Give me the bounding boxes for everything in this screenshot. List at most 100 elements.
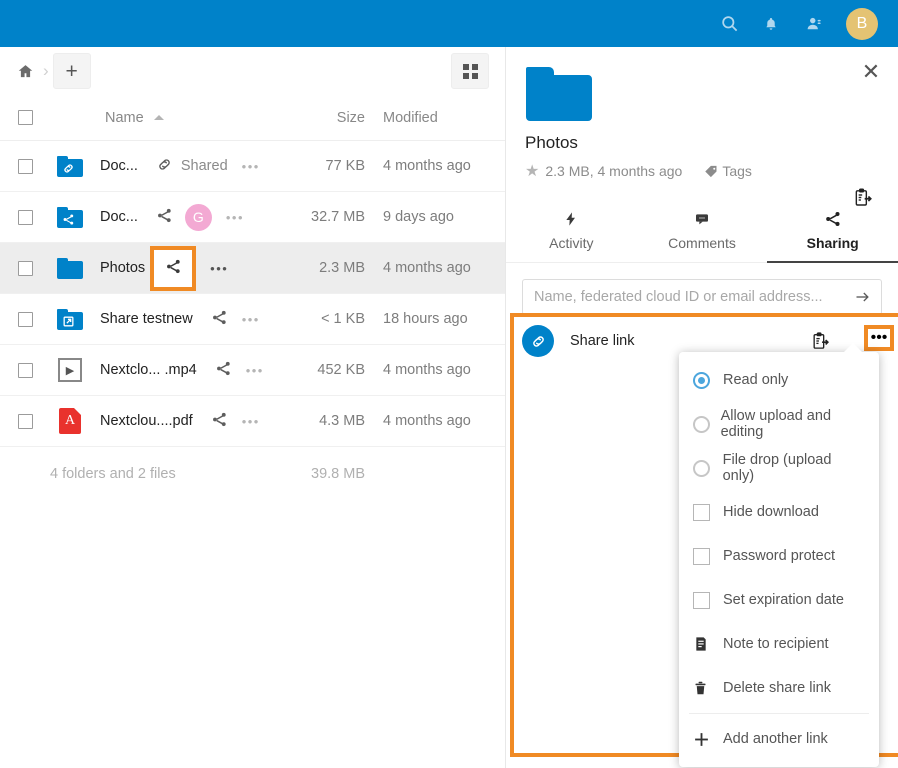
breadcrumb-separator: › <box>43 61 49 80</box>
contacts-icon[interactable] <box>792 0 834 47</box>
menu-item[interactable]: Allow upload and editing <box>679 402 879 446</box>
menu-item[interactable]: Add another link <box>679 717 879 761</box>
column-header-modified[interactable]: Modified <box>365 110 505 126</box>
share-icon[interactable] <box>215 360 232 381</box>
menu-item[interactable]: Read only <box>679 358 879 402</box>
row-checkbox[interactable] <box>0 311 50 327</box>
column-header-size[interactable]: Size <box>279 110 365 126</box>
file-modified-label: 9 days ago <box>383 209 454 225</box>
file-controls-bar: › + <box>0 47 505 95</box>
close-icon[interactable]: ✕ <box>858 59 884 85</box>
row-checkbox[interactable] <box>0 362 50 378</box>
file-name-label[interactable]: Share testnew <box>100 311 193 327</box>
column-header-name[interactable]: Name <box>50 110 279 126</box>
share-button-highlight-box[interactable] <box>150 245 197 291</box>
tags-button[interactable]: Tags <box>704 163 752 179</box>
share-recipient-avatar[interactable]: G <box>184 203 212 231</box>
table-row[interactable]: ▶ Nextclo... .mp4 ••• 452 KB 4 months ago <box>0 345 505 396</box>
select-all-checkbox[interactable] <box>0 110 50 125</box>
table-row[interactable]: Share testnew ••• < 1 KB 18 hours ago <box>0 294 505 345</box>
row-overflow-menu[interactable]: ••• <box>246 363 264 378</box>
file-type-icon <box>50 257 90 279</box>
file-name-label[interactable]: Nextclou....pdf <box>100 413 193 429</box>
checkbox-unchecked[interactable] <box>693 503 723 521</box>
table-row[interactable]: A Nextclou....pdf ••• 4.3 MB 4 months ago <box>0 396 505 447</box>
checkbox-unchecked[interactable] <box>693 547 723 565</box>
menu-item-label: Hide download <box>723 504 819 520</box>
file-modified-label: 4 months ago <box>383 260 471 276</box>
row-overflow-menu[interactable]: ••• <box>226 210 244 225</box>
share-icon <box>767 209 898 229</box>
table-row[interactable]: Doc... Shared ••• 77 KB 4 months ago <box>0 141 505 192</box>
share-input-wrapper <box>522 279 882 315</box>
plus-icon <box>693 731 723 748</box>
bell-icon[interactable] <box>750 0 792 47</box>
menu-item[interactable]: Note to recipient <box>679 622 879 666</box>
user-avatar[interactable]: B <box>846 7 878 40</box>
file-type-icon: ▶ <box>50 358 90 382</box>
menu-item[interactable]: Hide download <box>679 490 879 534</box>
menu-item[interactable]: Password protect <box>679 534 879 578</box>
tab-activity[interactable]: Activity <box>506 201 637 263</box>
link-icon[interactable] <box>156 156 173 177</box>
row-overflow-menu[interactable]: ••• <box>242 159 260 174</box>
file-list-panel: › + Name Size Modified Doc... Shared ••• 77… <box>0 47 506 768</box>
home-icon[interactable] <box>16 63 35 80</box>
sidebar-tabs: Activity Comments Sharing <box>506 201 898 263</box>
radio-unselected[interactable] <box>693 415 721 433</box>
menu-item[interactable]: Set expiration date <box>679 578 879 622</box>
row-overflow-menu[interactable]: ••• <box>242 414 260 429</box>
row-actions: Shared ••• <box>138 156 279 177</box>
row-checkbox[interactable] <box>0 260 50 276</box>
share-link-menu-toggle[interactable]: ••• <box>864 325 894 351</box>
row-actions: ••• <box>197 360 279 381</box>
row-checkbox[interactable] <box>0 209 50 225</box>
search-icon[interactable] <box>708 0 750 47</box>
file-name-label[interactable]: Photos <box>100 260 145 276</box>
row-checkbox[interactable] <box>0 158 50 174</box>
menu-item[interactable]: Delete share link <box>679 666 879 710</box>
file-name-label[interactable]: Doc... <box>100 158 138 174</box>
file-size-label: 452 KB <box>317 362 365 378</box>
tab-comments[interactable]: Comments <box>636 201 768 263</box>
menu-item[interactable]: File drop (upload only) <box>679 446 879 490</box>
menu-item-label: Read only <box>723 372 789 388</box>
grid-view-icon[interactable] <box>451 53 489 89</box>
share-link-copy-icon[interactable] <box>808 329 832 353</box>
row-actions: ••• <box>193 309 279 330</box>
file-metadata: ★ 2.3 MB, 4 months ago Tags <box>525 161 898 181</box>
file-name-label[interactable]: Doc... <box>100 209 138 225</box>
table-row[interactable]: Doc... G ••• 32.7 MB 9 days ago <box>0 192 505 243</box>
submit-arrow-icon[interactable] <box>850 285 874 309</box>
tags-label: Tags <box>722 163 752 179</box>
file-size-label: 32.7 MB <box>311 209 365 225</box>
row-checkbox[interactable] <box>0 413 50 429</box>
share-icon[interactable] <box>211 411 228 432</box>
favorite-star-icon[interactable]: ★ <box>525 161 539 181</box>
radio-selected[interactable] <box>693 371 723 389</box>
tab-sharing[interactable]: Sharing <box>767 201 898 263</box>
row-overflow-menu[interactable]: ••• <box>210 261 228 276</box>
radio-unselected[interactable] <box>693 459 723 477</box>
note-icon <box>693 635 723 653</box>
row-overflow-menu[interactable]: ••• <box>242 312 260 327</box>
table-row[interactable]: Photos ••• 2.3 MB 4 months ago <box>0 243 505 294</box>
share-icon[interactable] <box>211 309 228 330</box>
file-modified-label: 4 months ago <box>383 158 471 174</box>
file-rows-container: Doc... Shared ••• 77 KB 4 months ago Doc... G •… <box>0 141 505 447</box>
total-size-label: 39.8 MB <box>311 466 365 482</box>
folder-icon <box>57 308 83 330</box>
clipboard-copy-icon[interactable] <box>850 184 876 210</box>
folder-icon <box>57 155 83 177</box>
share-icon[interactable] <box>156 207 173 228</box>
share-recipient-input[interactable] <box>522 279 882 315</box>
file-name-label[interactable]: Nextclo... .mp4 <box>100 362 197 378</box>
new-file-button[interactable]: + <box>52 53 91 89</box>
app-root: B › + Name Size Modified Doc... Shared •… <box>0 0 898 768</box>
file-modified-label: 18 hours ago <box>383 311 468 327</box>
pdf-file-icon: A <box>59 408 81 434</box>
page-title: Photos <box>525 133 578 152</box>
share-icon[interactable] <box>165 258 182 279</box>
checkbox-unchecked[interactable] <box>693 591 723 609</box>
file-modified-label: 4 months ago <box>383 362 471 378</box>
